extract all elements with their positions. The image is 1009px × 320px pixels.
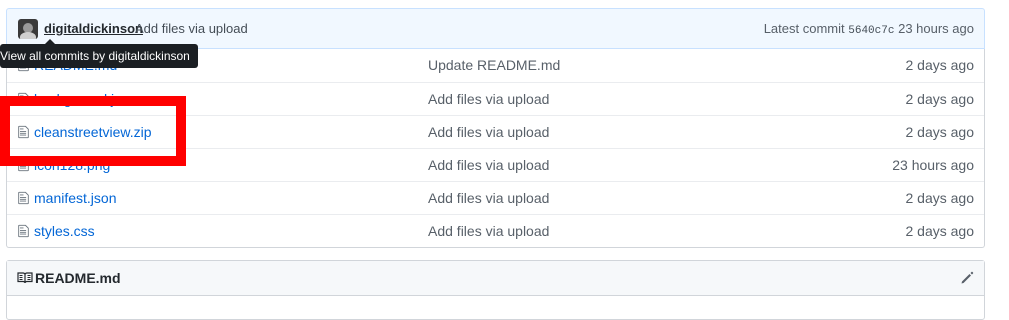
commit-age: 23 hours ago [898, 21, 974, 36]
file-age: 23 hours ago [892, 157, 974, 173]
file-row: cleanstreetview.zip Add files via upload… [7, 115, 984, 148]
file-commit-message[interactable]: Add files via upload [428, 190, 549, 206]
file-link[interactable]: background.js [34, 91, 121, 107]
file-commit-message[interactable]: Update README.md [428, 57, 560, 73]
pencil-icon[interactable] [960, 271, 974, 285]
author-tooltip: View all commits by digitaldickinson [0, 44, 198, 68]
file-age: 2 days ago [905, 223, 975, 239]
file-commit-message[interactable]: Add files via upload [428, 157, 549, 173]
file-icon [18, 224, 29, 238]
book-icon [17, 272, 33, 284]
commit-message-link[interactable]: Add files via upload [135, 21, 248, 36]
file-link[interactable]: manifest.json [34, 190, 116, 206]
file-list: README.md Update README.md 2 days ago ba… [6, 49, 985, 248]
file-age: 2 days ago [905, 57, 975, 73]
commit-sha-link[interactable]: 5640c7c [848, 25, 894, 37]
readme-panel: README.md [6, 260, 985, 320]
file-link[interactable]: icon128.png [34, 157, 110, 173]
latest-commit-bar: digitaldickinson Add files via upload La… [6, 8, 985, 49]
readme-header: README.md [7, 261, 984, 296]
file-row: styles.css Add files via upload 2 days a… [7, 214, 984, 247]
latest-commit-info: Latest commit 5640c7c 23 hours ago [764, 21, 974, 37]
file-link[interactable]: cleanstreetview.zip [34, 124, 152, 140]
file-commit-message[interactable]: Add files via upload [428, 223, 549, 239]
file-icon [18, 158, 29, 172]
file-link[interactable]: styles.css [34, 223, 95, 239]
file-icon [18, 125, 29, 139]
latest-commit-label: Latest commit [763, 21, 845, 36]
file-commit-message[interactable]: Add files via upload [428, 91, 549, 107]
author-avatar[interactable] [18, 19, 38, 39]
readme-title: README.md [35, 270, 121, 286]
file-row: icon128.png Add files via upload 23 hour… [7, 148, 984, 181]
file-commit-message[interactable]: Add files via upload [428, 124, 549, 140]
file-age: 2 days ago [905, 91, 975, 107]
file-age: 2 days ago [905, 190, 975, 206]
file-icon [18, 92, 29, 106]
file-row: manifest.json Add files via upload 2 day… [7, 181, 984, 214]
file-age: 2 days ago [905, 124, 975, 140]
commit-author-link[interactable]: digitaldickinson [44, 21, 143, 36]
file-row: background.js Add files via upload 2 day… [7, 82, 984, 115]
file-icon [18, 191, 29, 205]
